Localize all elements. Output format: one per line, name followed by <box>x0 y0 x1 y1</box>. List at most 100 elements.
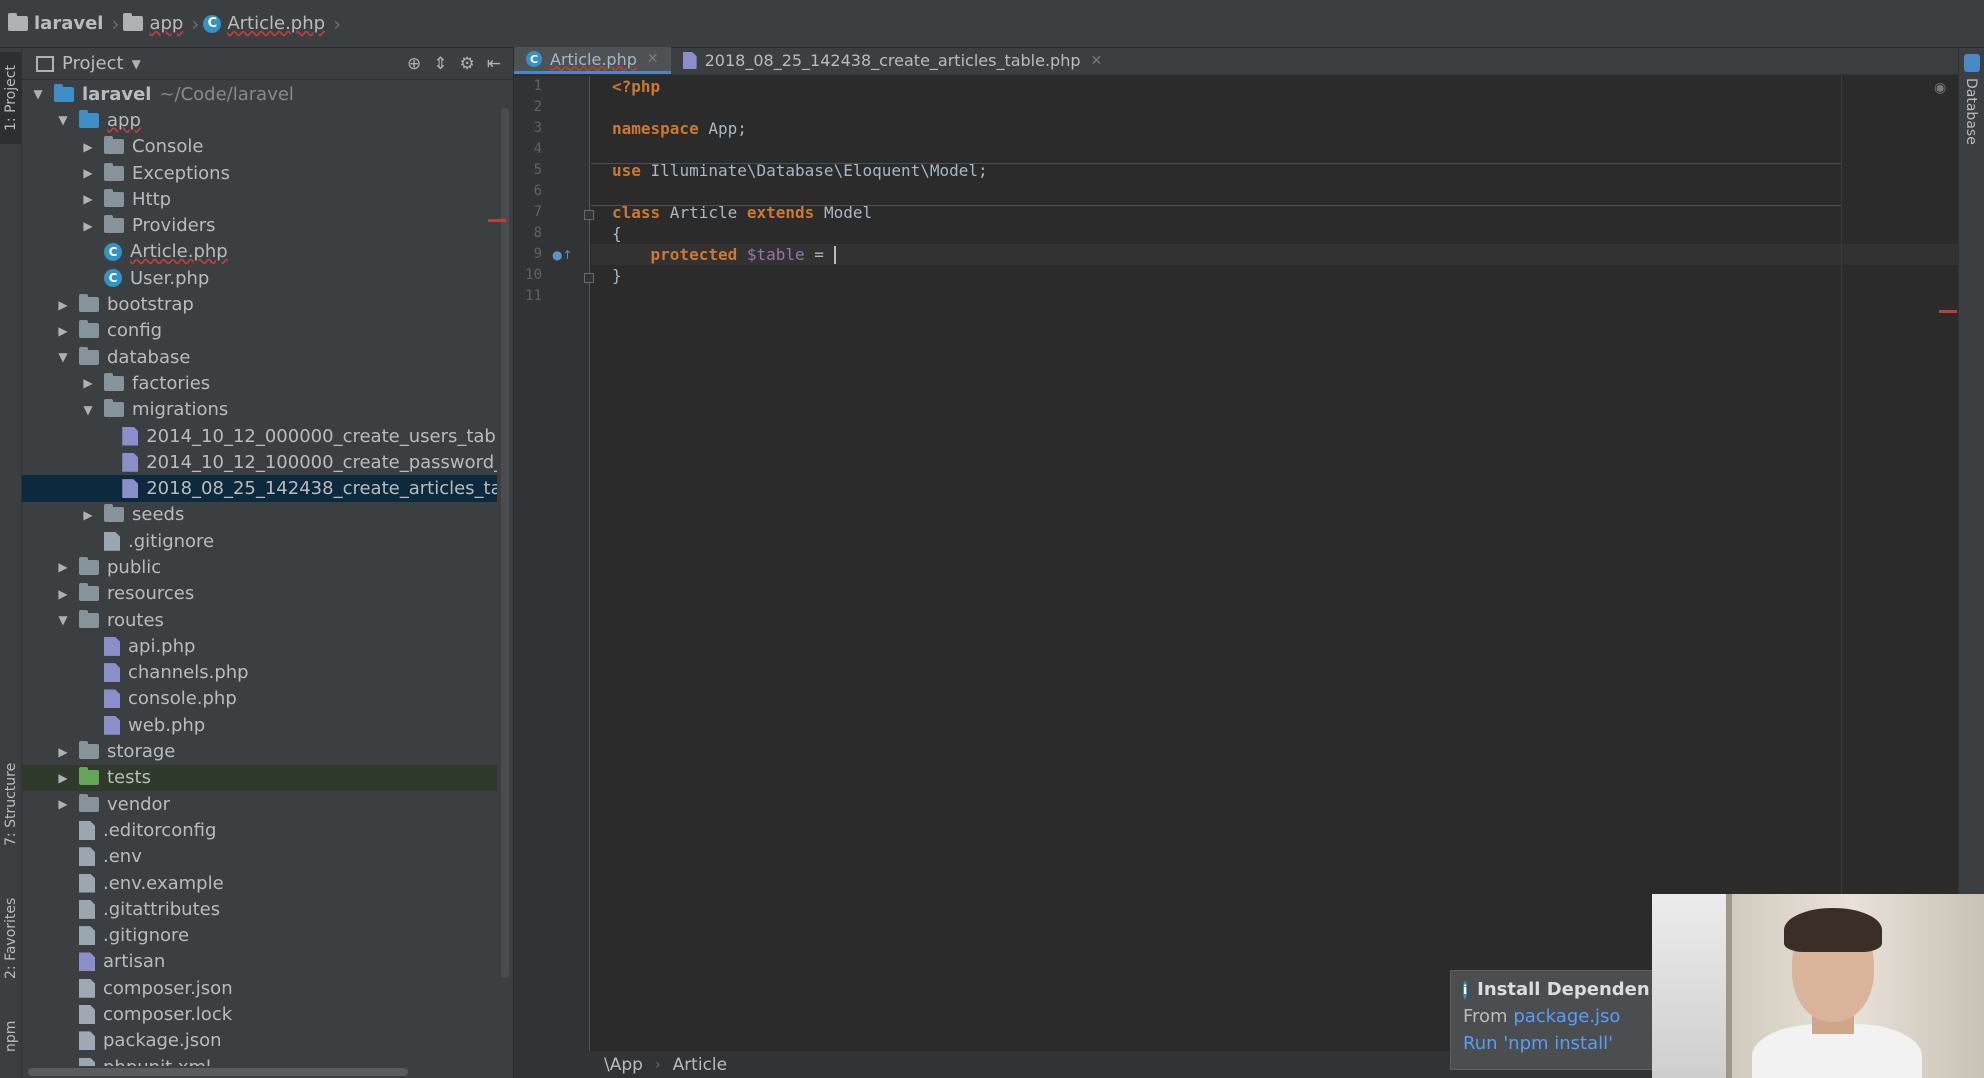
error-stripe-marker[interactable] <box>1939 310 1957 313</box>
collapsed-arrow-icon[interactable]: ▶ <box>55 587 71 601</box>
gear-icon[interactable]: ⚙ <box>460 54 475 74</box>
close-icon[interactable]: ✕ <box>1091 53 1103 69</box>
tree-item[interactable]: ▶2014_10_12_000000_create_users_table. <box>22 423 497 449</box>
tree-item[interactable]: ▶ resources <box>22 581 497 607</box>
tab-article-php[interactable]: C Article.php ✕ <box>514 47 671 74</box>
tree-item-label: composer.lock <box>103 1004 233 1026</box>
collapsed-arrow-icon[interactable]: ▶ <box>55 771 71 785</box>
collapsed-arrow-icon[interactable]: ▶ <box>55 797 71 811</box>
collapsed-arrow-icon[interactable]: ▶ <box>55 560 71 574</box>
tree-item[interactable]: ▶composer.json <box>22 975 497 1001</box>
file-icon <box>104 531 120 551</box>
tree-item[interactable]: ▶CUser.php <box>22 265 497 291</box>
tree-item[interactable]: ▶ bootstrap <box>22 291 497 317</box>
nav-crumb-laravel[interactable]: laravel <box>8 13 103 34</box>
tree-item[interactable]: ▶ Http <box>22 186 497 212</box>
tree-item[interactable]: ▶2018_08_25_142438_create_articles_tab <box>22 475 497 502</box>
nav-crumb-app[interactable]: app <box>123 13 183 34</box>
tree-item[interactable]: ▶web.php <box>22 712 497 738</box>
collapsed-arrow-icon[interactable]: ▶ <box>55 745 71 759</box>
chevron-down-icon[interactable]: ▼ <box>132 57 141 71</box>
tree-item[interactable]: ▶.env <box>22 844 497 870</box>
tree-item[interactable]: ▶channels.php <box>22 660 497 686</box>
tree-item[interactable]: ▼ laravel ~/Code/laravel <box>22 81 497 107</box>
code-line-8: { <box>591 223 1958 244</box>
collapsed-arrow-icon[interactable]: ▶ <box>80 376 96 390</box>
tree-item[interactable]: ▶console.php <box>22 686 497 712</box>
code-text: = <box>804 245 834 264</box>
tree-item[interactable]: ▶.env.example <box>22 870 497 896</box>
tree-item[interactable]: ▼ routes <box>22 607 497 633</box>
breadcrumb-class[interactable]: Article <box>673 1055 728 1075</box>
tree-item[interactable]: ▶2014_10_12_100000_create_password_re <box>22 449 497 475</box>
tree-item[interactable]: ▶api.php <box>22 633 497 659</box>
locate-icon[interactable]: ⊕ <box>407 54 421 74</box>
project-panel-title[interactable]: Project <box>62 53 124 74</box>
tool-tab-structure[interactable]: 7: Structure <box>0 738 22 870</box>
tree-item[interactable]: ▶ Console <box>22 134 497 160</box>
collapsed-arrow-icon[interactable]: ▶ <box>80 219 96 233</box>
tree-item-label: channels.php <box>128 662 249 684</box>
tree-item[interactable]: ▶.gitignore <box>22 923 497 949</box>
tree-item-label: storage <box>107 741 176 763</box>
package-json-link[interactable]: package.jso <box>1513 1006 1620 1027</box>
tool-tab-npm[interactable]: npm <box>0 1006 22 1066</box>
tree-item[interactable]: ▼ migrations <box>22 397 497 423</box>
overrides-icon[interactable]: ●↑ <box>552 248 573 262</box>
expanded-arrow-icon[interactable]: ▼ <box>80 403 96 417</box>
tree-item[interactable]: ▶.gitattributes <box>22 896 497 922</box>
collapse-all-icon[interactable]: ⇕ <box>433 54 447 74</box>
run-npm-install-link[interactable]: Run 'npm install' <box>1463 1033 1643 1054</box>
tree-item[interactable]: ▶ Exceptions <box>22 160 497 186</box>
tree-item[interactable]: ▶ factories <box>22 370 497 396</box>
tool-tab-favorites[interactable]: 2: Favorites <box>0 872 22 1004</box>
tree-item[interactable]: ▶ config <box>22 318 497 344</box>
tree-item[interactable]: ▶ tests <box>22 764 497 792</box>
tree-item[interactable]: ▶ Providers <box>22 212 497 238</box>
line-number: 7 <box>533 204 542 220</box>
expanded-arrow-icon[interactable]: ▼ <box>55 613 71 627</box>
tab-migration-file[interactable]: 2018_08_25_142438_create_articles_table.… <box>671 47 1115 74</box>
tree-item[interactable]: ▶ public <box>22 554 497 580</box>
tree-item[interactable]: ▼ app <box>22 107 497 133</box>
tool-tab-project[interactable]: 1: Project <box>0 52 22 144</box>
php-file-icon <box>104 715 120 735</box>
code-text: { <box>612 224 622 243</box>
expanded-arrow-icon[interactable]: ▼ <box>30 87 46 101</box>
database-icon[interactable] <box>1964 54 1980 72</box>
collapsed-arrow-icon[interactable]: ▶ <box>80 192 96 206</box>
tree-item[interactable]: ▶ seeds <box>22 502 497 528</box>
navigation-bar: laravel › app › C Article.php › <box>0 0 1984 48</box>
keyword: namespace <box>612 119 699 138</box>
eye-icon[interactable]: ◉ <box>1934 80 1946 96</box>
collapsed-arrow-icon[interactable]: ▶ <box>80 166 96 180</box>
project-vertical-scrollbar[interactable] <box>501 108 509 978</box>
tree-item[interactable]: ▼ database <box>22 344 497 370</box>
folder-icon <box>79 583 99 602</box>
tree-item[interactable]: ▶CArticle.php <box>22 239 497 265</box>
collapsed-arrow-icon[interactable]: ▶ <box>80 508 96 522</box>
collapsed-arrow-icon[interactable]: ▶ <box>55 324 71 338</box>
project-tree: ▼ laravel ~/Code/laravel ▼ app ▶ Console ▶ Excep… <box>22 81 497 1066</box>
collapsed-arrow-icon[interactable]: ▶ <box>55 298 71 312</box>
close-icon[interactable]: ✕ <box>647 51 659 67</box>
expanded-arrow-icon[interactable]: ▼ <box>55 113 71 127</box>
editor-gutter[interactable]: 1 2 3 4 5 6 7 8 9 10 11 ●↑ <box>514 76 594 1058</box>
nav-crumb-article[interactable]: C Article.php <box>203 13 325 34</box>
tree-item[interactable]: ▶phpunit.xml <box>22 1054 497 1066</box>
tree-item[interactable]: ▶artisan <box>22 949 497 975</box>
hide-panel-icon[interactable]: ⇤ <box>487 54 501 74</box>
tree-item[interactable]: ▶ storage <box>22 738 497 764</box>
tree-item[interactable]: ▶.gitignore <box>22 528 497 554</box>
expanded-arrow-icon[interactable]: ▼ <box>55 350 71 364</box>
tree-item[interactable]: ▶package.json <box>22 1028 497 1054</box>
project-horizontal-scrollbar[interactable] <box>28 1068 408 1076</box>
file-icon <box>79 926 95 946</box>
breadcrumb-namespace[interactable]: \App <box>604 1055 643 1075</box>
webcam-window <box>1652 894 1732 1078</box>
tree-item[interactable]: ▶composer.lock <box>22 1001 497 1027</box>
tree-item[interactable]: ▶.editorconfig <box>22 817 497 843</box>
collapsed-arrow-icon[interactable]: ▶ <box>80 140 96 154</box>
tool-tab-database[interactable]: Database <box>1963 78 1979 145</box>
tree-item[interactable]: ▶ vendor <box>22 791 497 817</box>
